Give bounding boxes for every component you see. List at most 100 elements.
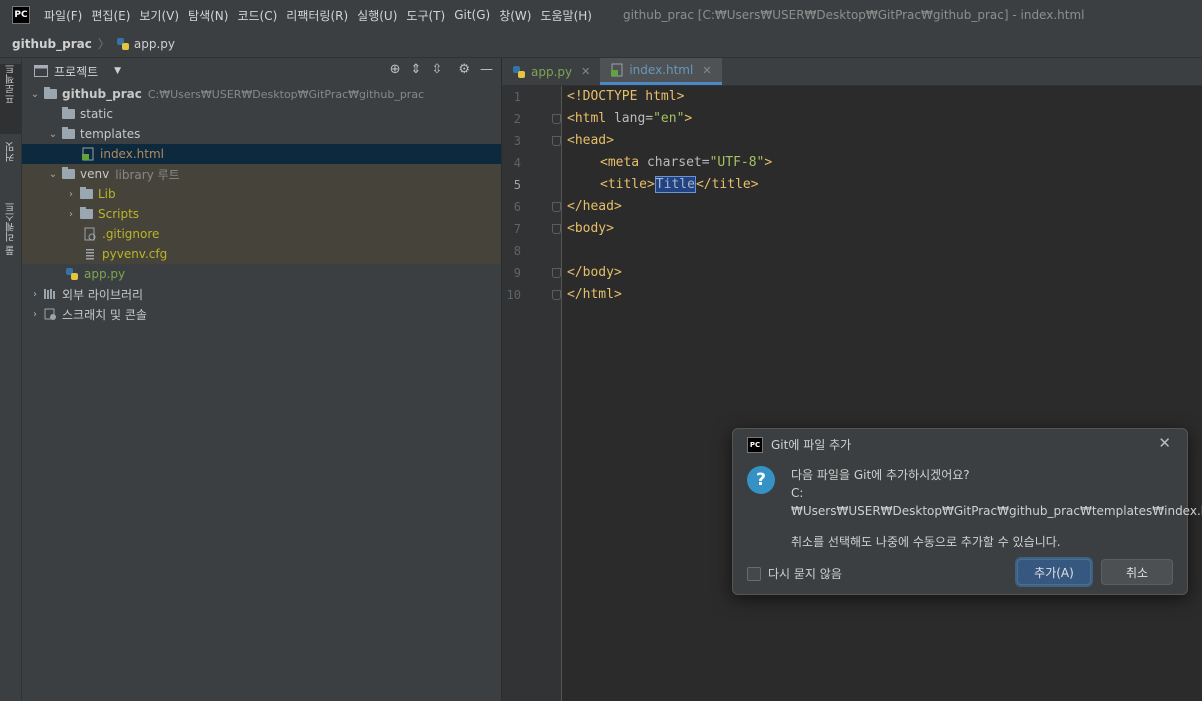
tab-index-html[interactable]: index.html ✕ (600, 58, 722, 85)
code-line: <head> (567, 130, 1202, 152)
chevron-right-icon[interactable]: › (64, 209, 78, 220)
folder-icon (60, 167, 76, 181)
tree-item-scratches[interactable]: › 스크래치 및 콘솔 (22, 304, 501, 324)
tree-item-app-py[interactable]: app.py (22, 264, 501, 284)
project-panel-title[interactable]: 프로젝트 (54, 63, 98, 80)
html-file-icon (611, 63, 623, 77)
dont-ask-again-checkbox[interactable]: 다시 묻지 않음 (747, 565, 842, 582)
menu-run[interactable]: 실행(U) (357, 7, 397, 24)
close-icon[interactable]: ✕ (702, 64, 711, 77)
tree-item-label: templates (80, 127, 141, 141)
project-view-icon (34, 65, 48, 77)
tree-item-path: C:₩Users₩USER₩Desktop₩GitPrac₩github_pra… (147, 87, 425, 101)
fold-marker-icon[interactable] (552, 268, 561, 278)
expand-all-icon[interactable]: ⇕ (411, 62, 422, 77)
fold-marker-icon[interactable] (552, 202, 561, 212)
code-token: <!DOCTYPE html> (567, 89, 685, 104)
chevron-down-icon[interactable]: ⌄ (28, 89, 42, 100)
editor-tabs: app.py ✕ index.html ✕ (502, 58, 1202, 86)
menu-code[interactable]: 코드(C) (237, 7, 277, 24)
project-panel: 프로젝트 ▼ ⊕ ⇕ ⇳ ⚙ — ⌄ github_prac C:₩Users₩… (22, 58, 502, 701)
code-line: </html> (567, 284, 1202, 306)
tree-item-label: pyvenv.cfg (102, 247, 168, 261)
menu-view[interactable]: 보기(V) (139, 7, 179, 24)
tree-item-index-html[interactable]: index.html (22, 144, 501, 164)
chevron-down-icon[interactable]: ⌄ (46, 169, 60, 180)
checkbox-box[interactable] (747, 566, 761, 581)
code-token: <html (567, 111, 607, 126)
hide-icon[interactable]: — (480, 62, 493, 77)
folder-icon (78, 207, 94, 221)
locate-icon[interactable]: ⊕ (390, 62, 401, 77)
tree-item-scripts[interactable]: › Scripts (22, 204, 501, 224)
gear-icon[interactable]: ⚙ (458, 62, 470, 77)
strip-project-button[interactable]: 프로젝트 (0, 64, 22, 134)
chevron-right-icon[interactable]: › (28, 289, 42, 300)
chevron-right-icon[interactable]: › (64, 189, 78, 200)
code-token: <meta (600, 155, 640, 170)
line-number: 3 (502, 130, 561, 152)
menu-window[interactable]: 창(W) (499, 7, 531, 24)
tree-item-external-libraries[interactable]: › 외부 라이브러리 (22, 284, 501, 304)
tree-item-label: 스크래치 및 콘솔 (62, 307, 147, 322)
chevron-down-icon[interactable]: ⌄ (46, 129, 60, 140)
cancel-button[interactable]: 취소 (1101, 559, 1173, 585)
close-icon[interactable]: ✕ (1158, 434, 1171, 452)
code-token: </body> (567, 265, 622, 280)
line-number: 1 (513, 90, 521, 104)
python-file-icon (116, 37, 129, 50)
tree-item-label: Scripts (98, 207, 140, 221)
breadcrumb-root[interactable]: github_prac (12, 37, 92, 51)
fold-marker-icon[interactable] (552, 290, 561, 300)
tree-item-pyvenv-cfg[interactable]: pyvenv.cfg (22, 244, 501, 264)
project-panel-tools: ⊕ ⇕ ⇳ ⚙ — (390, 62, 493, 77)
fold-marker-icon[interactable] (552, 224, 561, 234)
code-line: </head> (567, 196, 1202, 218)
tree-item-venv[interactable]: ⌄ venv library 루트 (22, 164, 501, 184)
tree-item-label: .gitignore (102, 227, 160, 241)
code-editor[interactable]: <!DOCTYPE html> <html lang="en"> <head> … (567, 86, 1202, 306)
menu-git[interactable]: Git(G) (454, 8, 490, 22)
config-file-icon (82, 247, 98, 261)
menu-tools[interactable]: 도구(T) (406, 7, 445, 24)
menu-file[interactable]: 파일(F) (44, 7, 82, 24)
dropdown-arrow-icon[interactable]: ▼ (114, 66, 121, 76)
code-token: </html> (567, 287, 622, 302)
library-root-badge: library 루트 (115, 167, 180, 182)
window-title: github_prac [C:₩Users₩USER₩Desktop₩GitPr… (622, 8, 1085, 22)
code-token: > (764, 155, 773, 170)
add-button[interactable]: 추가(A) (1017, 559, 1091, 585)
fold-marker-icon[interactable] (552, 114, 561, 124)
tab-app-py[interactable]: app.py ✕ (502, 58, 600, 85)
tree-item-label: index.html (100, 147, 164, 161)
menu-navigate[interactable]: 탐색(N) (188, 7, 228, 24)
menu-help[interactable]: 도움말(H) (540, 7, 592, 24)
tree-item-lib[interactable]: › Lib (22, 184, 501, 204)
menu-edit[interactable]: 편집(E) (91, 7, 130, 24)
collapse-all-icon[interactable]: ⇳ (431, 62, 442, 77)
fold-marker-icon[interactable] (552, 136, 561, 146)
close-icon[interactable]: ✕ (581, 65, 590, 78)
tree-item-github-prac[interactable]: ⌄ github_prac C:₩Users₩USER₩Desktop₩GitP… (22, 84, 501, 104)
tree-item-templates[interactable]: ⌄ templates (22, 124, 501, 144)
menu-refactor[interactable]: 리팩터링(R) (286, 7, 348, 24)
add-to-git-dialog: PC Git에 파일 추가 ✕ ? 다음 파일을 Git에 추가하시겠어요? C… (732, 428, 1202, 595)
tree-item-static[interactable]: static (22, 104, 501, 124)
strip-commit-button[interactable]: 커밋 (0, 142, 22, 190)
code-line: <!DOCTYPE html> (567, 86, 1202, 108)
line-number: 9 (502, 262, 561, 284)
code-token: charset= (639, 155, 710, 170)
tab-label: index.html (629, 63, 694, 77)
line-number: 8 (513, 244, 521, 258)
code-token: > (684, 111, 693, 126)
tree-item-gitignore[interactable]: .gitignore (22, 224, 501, 244)
breadcrumb-file[interactable]: app.py (116, 37, 175, 51)
code-line: <body> (567, 218, 1202, 240)
strip-pull-requests-button[interactable]: 풀 리퀘스트 (0, 202, 22, 286)
breadcrumb-file-label: app.py (133, 36, 175, 51)
pycharm-logo-icon: PC (747, 436, 763, 453)
strip-commit-label: 커밋 (5, 142, 17, 162)
chevron-right-icon[interactable]: › (28, 309, 42, 320)
tree-item-label: app.py (84, 267, 126, 281)
